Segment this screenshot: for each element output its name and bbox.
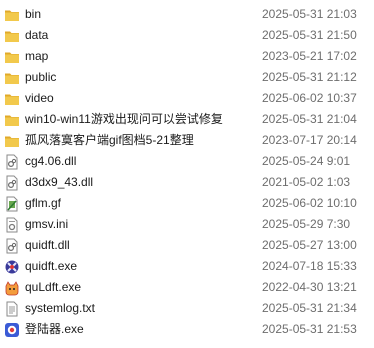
file-date: 2025-05-31 21:12	[262, 70, 357, 84]
dll-file-icon	[6, 154, 18, 170]
file-row-win10-fix[interactable]: win10-win11游戏出现问可以尝试修复 2025-05-31 21:04	[0, 109, 374, 130]
file-date: 2025-05-27 13:00	[262, 238, 357, 252]
launcher-app-icon	[5, 323, 19, 337]
folder-icon	[5, 73, 19, 84]
file-date: 2025-05-24 9:01	[262, 154, 351, 168]
file-list: bin 2025-05-31 21:03 data 2025-05-31 21:…	[0, 0, 374, 348]
file-date: 2025-05-29 7:30	[262, 217, 351, 231]
file-date: 2025-05-31 21:50	[262, 28, 357, 42]
file-date: 2025-05-31 21:03	[262, 7, 357, 21]
folder-icon	[5, 136, 19, 147]
file-row-launcher-exe[interactable]: 登陆器.exe 2025-05-31 21:53	[0, 319, 374, 340]
file-date: 2024-07-18 15:33	[262, 259, 357, 273]
file-name: gflm.gf	[25, 196, 62, 210]
file-row-gflm-gf[interactable]: gflm.gf 2025-06-02 10:10	[0, 193, 374, 214]
file-name: 孤风落寞客户端gif图档5-21整理	[25, 133, 194, 147]
file-row-gif-archive[interactable]: 孤风落寞客户端gif图档5-21整理 2023-07-17 20:14	[0, 130, 374, 151]
file-name: video	[25, 91, 54, 105]
file-date: 2025-06-02 10:10	[262, 196, 357, 210]
file-row-bin[interactable]: bin 2025-05-31 21:03	[0, 4, 374, 25]
file-date: 2022-04-30 13:21	[262, 280, 357, 294]
ini-file-icon	[6, 217, 18, 233]
txt-file-icon	[6, 301, 18, 317]
file-row-systemlog-txt[interactable]: systemlog.txt 2025-05-31 21:34	[0, 298, 374, 319]
file-date: 2021-05-02 1:03	[262, 175, 351, 189]
file-date: 2025-05-31 21:04	[262, 112, 357, 126]
file-name: cg4.06.dll	[25, 154, 77, 168]
file-row-public[interactable]: public 2025-05-31 21:12	[0, 67, 374, 88]
file-date: 2025-05-31 21:53	[262, 322, 357, 336]
file-name: systemlog.txt	[25, 301, 96, 315]
file-name: map	[25, 49, 49, 63]
file-row-quidft-dll[interactable]: quidft.dll 2025-05-27 13:00	[0, 235, 374, 256]
folder-icon	[5, 10, 19, 21]
file-name: quidft.exe	[25, 259, 78, 273]
folder-icon	[5, 115, 19, 126]
folder-icon	[5, 94, 19, 105]
file-date: 2025-05-31 21:34	[262, 301, 357, 315]
cat-app-icon	[5, 281, 19, 296]
file-name: 登陆器.exe	[25, 322, 84, 336]
file-name: quidft.dll	[25, 238, 70, 252]
file-row-quidft-exe[interactable]: quidft.exe 2024-07-18 15:33	[0, 256, 374, 277]
file-name: public	[25, 70, 57, 84]
file-date: 2023-07-17 20:14	[262, 133, 357, 147]
file-date: 2023-05-21 17:02	[262, 49, 357, 63]
folder-icon	[5, 52, 19, 63]
dll-file-icon	[6, 175, 18, 191]
file-row-data[interactable]: data 2025-05-31 21:50	[0, 25, 374, 46]
crossgate-app-icon	[5, 260, 19, 274]
file-date: 2025-06-02 10:37	[262, 91, 357, 105]
file-row-d3dx9-dll[interactable]: d3dx9_43.dll 2021-05-02 1:03	[0, 172, 374, 193]
file-name: quLdft.exe	[25, 280, 82, 294]
file-name: d3dx9_43.dll	[25, 175, 94, 189]
file-row-cg4-dll[interactable]: cg4.06.dll 2025-05-24 9:01	[0, 151, 374, 172]
file-row-video[interactable]: video 2025-06-02 10:37	[0, 88, 374, 109]
folder-icon	[5, 31, 19, 42]
file-name: win10-win11游戏出现问可以尝试修复	[25, 112, 223, 126]
file-row-gmsv-ini[interactable]: gmsv.ini 2025-05-29 7:30	[0, 214, 374, 235]
file-name: bin	[25, 7, 42, 21]
file-name: data	[25, 28, 49, 42]
file-name: gmsv.ini	[25, 217, 69, 231]
file-row-quldft-exe[interactable]: quLdft.exe 2022-04-30 13:21	[0, 277, 374, 298]
gf-file-icon	[6, 196, 18, 212]
dll-file-icon	[6, 238, 18, 254]
file-row-map[interactable]: map 2023-05-21 17:02	[0, 46, 374, 67]
